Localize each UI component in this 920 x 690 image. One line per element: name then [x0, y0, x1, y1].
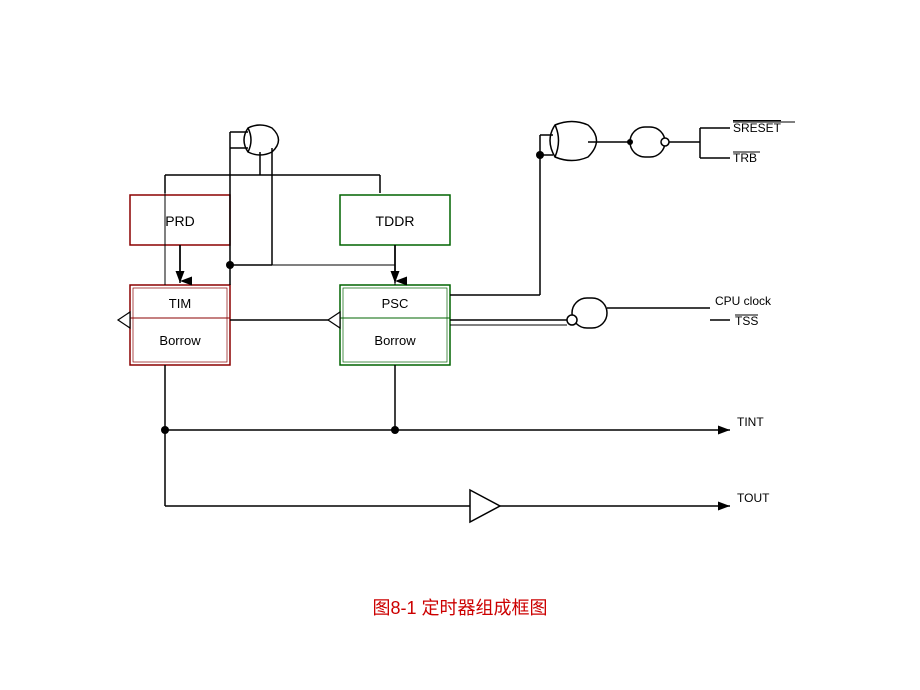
- prd-label: PRD: [165, 213, 195, 229]
- tim-borrow-label: Borrow: [159, 333, 201, 348]
- junction-dot-3: [161, 426, 169, 434]
- junction-dot-2: [391, 426, 399, 434]
- psc-label: PSC: [382, 296, 409, 311]
- and-gate-bubble: [661, 138, 669, 146]
- tss-text: TSS: [735, 314, 758, 328]
- sreset-text: SRESET: [733, 121, 782, 135]
- or-gate-right: [550, 122, 597, 161]
- tddr-label: TDDR: [376, 213, 415, 229]
- tout-text: TOUT: [737, 491, 770, 505]
- tint-text: TINT: [737, 415, 764, 429]
- psc-load-notch: [328, 312, 340, 328]
- cpu-clock-text: CPU clock: [715, 294, 772, 308]
- tim-label: TIM: [169, 296, 191, 311]
- and-gate-mid-right: [572, 298, 607, 328]
- junction-dot-1: [536, 151, 544, 159]
- tout-buffer: [470, 490, 500, 522]
- diagram-caption: 图8-1 定时器组成框图: [0, 594, 920, 620]
- tim-load-notch: [118, 312, 130, 328]
- diagram-container: PRD TIM Borrow TDDR PSC Borrow: [0, 0, 920, 690]
- junction-and-input: [627, 139, 633, 145]
- and-gate-top-right: [630, 127, 665, 157]
- trb-text: TRB: [733, 151, 757, 165]
- psc-borrow-label: Borrow: [374, 333, 416, 348]
- tss-bubble: [567, 315, 577, 325]
- dummy: [230, 140, 248, 300]
